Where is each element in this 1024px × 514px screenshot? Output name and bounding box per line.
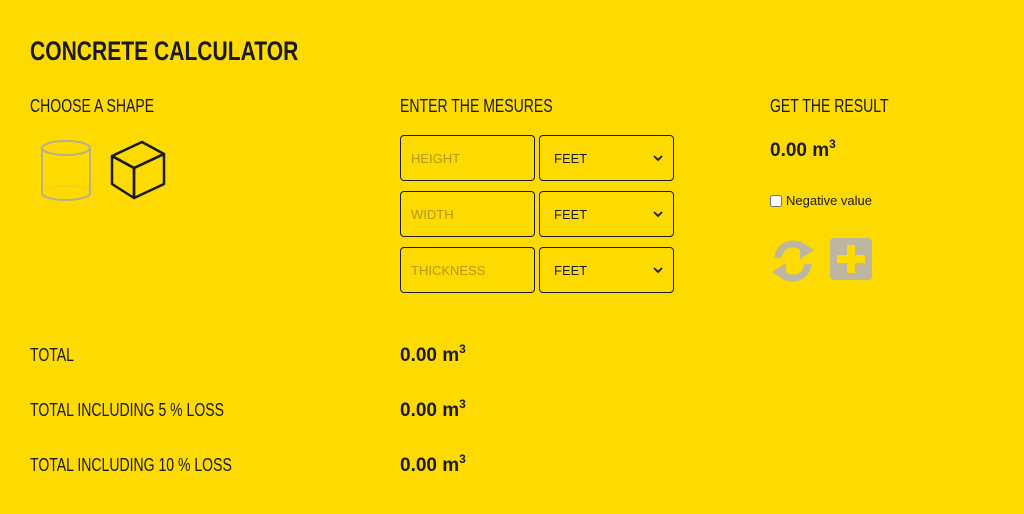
width-input[interactable]: [400, 191, 535, 237]
thickness-unit-select[interactable]: FEET: [539, 247, 674, 293]
height-unit-select[interactable]: FEET: [539, 135, 674, 181]
thickness-row: FEET: [400, 247, 674, 293]
total-10-loss-value: 0.00 m3: [400, 452, 466, 476]
thickness-unit-value: FEET: [554, 262, 588, 278]
height-row: FEET: [400, 135, 674, 181]
thickness-input[interactable]: [400, 247, 535, 293]
choose-shape-label: CHOOSE A SHAPE: [30, 96, 155, 116]
page-title: CONCRETE CALCULATOR: [30, 36, 299, 66]
height-input[interactable]: [400, 135, 535, 181]
total-value: 0.00 m3: [400, 342, 466, 366]
negative-value-toggle[interactable]: Negative value: [770, 193, 872, 208]
width-unit-select[interactable]: FEET: [539, 191, 674, 237]
total-5-loss-label: TOTAL INCLUDING 5 % LOSS: [30, 400, 225, 420]
cylinder-icon[interactable]: [38, 138, 94, 209]
enter-mesures-label: ENTER THE MESURES: [400, 96, 553, 116]
get-result-label: GET THE RESULT: [770, 96, 889, 116]
width-row: FEET: [400, 191, 674, 237]
height-unit-value: FEET: [554, 150, 588, 166]
negative-value-label: Negative value: [786, 193, 872, 208]
result-value: 0.00 m3: [770, 137, 836, 161]
chevron-down-icon: [653, 211, 663, 218]
chevron-down-icon: [653, 155, 663, 162]
total-10-loss-label: TOTAL INCLUDING 10 % LOSS: [30, 455, 232, 475]
refresh-icon[interactable]: [770, 238, 816, 289]
total-5-loss-value: 0.00 m3: [400, 397, 466, 421]
chevron-down-icon: [653, 267, 663, 274]
width-unit-value: FEET: [554, 206, 588, 222]
negative-value-checkbox[interactable]: [770, 194, 782, 207]
total-label: TOTAL: [30, 345, 74, 365]
plus-icon[interactable]: [830, 238, 872, 285]
cube-icon[interactable]: [106, 138, 170, 207]
